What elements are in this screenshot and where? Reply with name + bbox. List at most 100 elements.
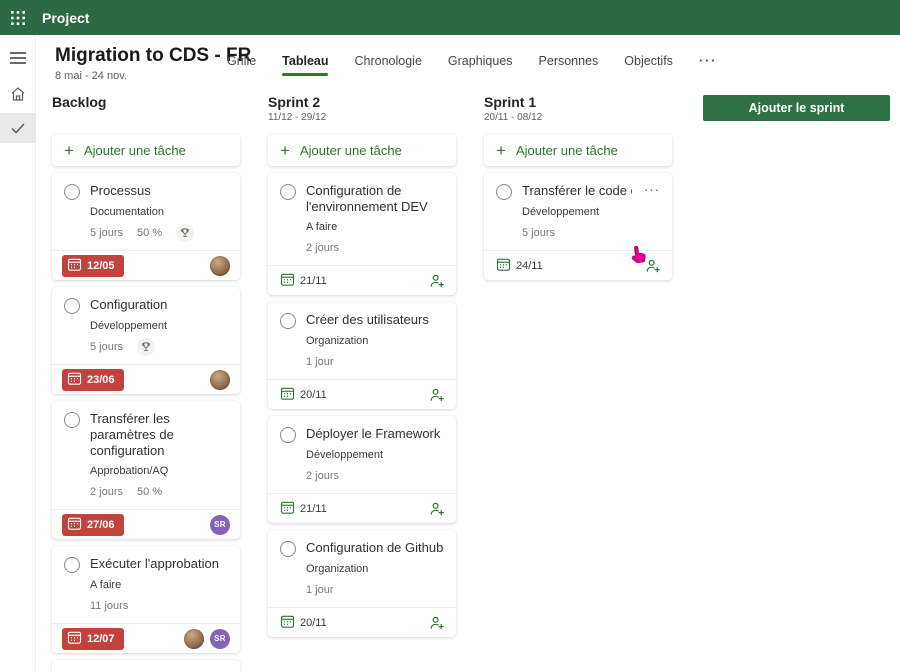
task-meta-row: 2 jours50 % — [90, 483, 228, 501]
task-card[interactable]: Configuration Développement 5 jours 23/06 — [52, 287, 240, 394]
avatar — [210, 370, 230, 390]
task-meta-row: 2 jours — [306, 239, 444, 257]
calendar-icon — [280, 500, 295, 518]
task-card[interactable]: Configuration de l'environnement DEVA fa… — [268, 173, 456, 295]
task-bucket-label: Organization — [306, 563, 444, 575]
task-bucket-label: A faire — [306, 221, 444, 233]
task-complete-checkbox[interactable] — [496, 184, 512, 200]
task-meta-row: 5 jours50 % — [90, 224, 228, 242]
due-date-badge: 20/11 — [278, 614, 327, 632]
assignee-group — [210, 370, 230, 390]
task-card[interactable]: Transférer les paramètres de configurati… — [52, 401, 240, 539]
task-complete-checkbox[interactable] — [64, 412, 80, 428]
task-complete-checkbox[interactable] — [64, 184, 80, 200]
task-card[interactable]: Créer des utilisateursOrganization1 jour… — [268, 302, 456, 409]
task-complete-checkbox[interactable] — [280, 427, 296, 443]
task-card[interactable]: Transférer le code du prototype···Dévelo… — [484, 173, 672, 280]
task-card-body: Configuration de Github Organization 1 jou… — [268, 530, 456, 607]
person-add-icon[interactable] — [428, 500, 446, 518]
person-add-icon[interactable] — [644, 257, 662, 275]
tabs-overflow-icon[interactable]: ··· — [699, 54, 718, 72]
tab-objectifs[interactable]: Objectifs — [624, 54, 673, 72]
task-title: Processus — [90, 183, 228, 199]
add-task-label: Ajouter une tâche — [300, 143, 402, 158]
tasks-check-icon[interactable] — [0, 113, 36, 143]
card-more-menu-icon[interactable]: ··· — [642, 183, 660, 197]
task-title-row: Transférer les paramètres de configurati… — [64, 411, 228, 459]
trophy-icon — [176, 224, 194, 242]
task-title-row: Configuration — [64, 297, 228, 314]
task-complete-checkbox[interactable] — [64, 557, 80, 573]
column-header: Backlog — [52, 94, 240, 134]
due-date-badge: 20/11 — [278, 386, 327, 404]
calendar-icon — [67, 371, 82, 389]
person-add-icon[interactable] — [428, 614, 446, 632]
calendar-icon — [67, 630, 82, 648]
avatar-initials: SR — [210, 515, 230, 535]
tab-grille[interactable]: Grille — [227, 54, 256, 72]
task-complete-checkbox[interactable] — [64, 298, 80, 314]
task-complete-checkbox[interactable] — [280, 541, 296, 557]
home-icon[interactable] — [0, 79, 36, 109]
add-task-button[interactable]: +Ajouter une tâche — [268, 134, 456, 166]
due-date-text: 24/11 — [516, 260, 543, 272]
tab-chronologie[interactable]: Chronologie — [354, 54, 421, 72]
task-card-body: Exécuter l'approbationA faire11 jours — [52, 546, 240, 623]
due-date-badge: 27/06 — [62, 514, 124, 536]
task-card-body: Transférer le code du prototype···Dévelo… — [484, 173, 672, 250]
task-card-body: Déployer le FrameworkDéveloppement2 jour… — [268, 416, 456, 493]
task-meta-row: 1 jour — [306, 581, 444, 599]
tab-personnes[interactable]: Personnes — [539, 54, 599, 72]
task-board: Ajouter le sprint Backlog+Ajouter une tâ… — [36, 88, 900, 671]
task-card[interactable]: Approbation completApprobation/AQ0 jours… — [52, 660, 240, 671]
task-duration: 1 jour — [306, 356, 334, 368]
task-card[interactable]: ProcessusDocumentation5 jours50 %12/05 — [52, 173, 240, 280]
column-header: Sprint 211/12 - 29/12 — [268, 94, 456, 134]
task-duration: 5 jours — [90, 227, 123, 239]
task-card[interactable]: Déployer le FrameworkDéveloppement2 jour… — [268, 416, 456, 523]
column-name: Sprint 1 — [484, 94, 672, 111]
tab-tableau[interactable]: Tableau — [282, 54, 328, 72]
task-duration: 2 jours — [306, 242, 339, 254]
task-meta-row: 2 jours — [306, 467, 444, 485]
due-date-badge: 21/11 — [278, 500, 327, 518]
task-card-footer: 20/11 — [268, 607, 456, 637]
person-add-icon[interactable] — [428, 272, 446, 290]
task-bucket-label: Documentation — [90, 206, 228, 218]
calendar-icon — [280, 614, 295, 632]
task-complete-checkbox[interactable] — [280, 184, 296, 200]
calendar-icon — [280, 386, 295, 404]
calendar-icon — [67, 257, 82, 275]
task-title: Configuration — [90, 297, 228, 313]
app-launcher-icon[interactable] — [0, 0, 36, 35]
task-progress: 50 % — [137, 486, 162, 498]
person-add-icon[interactable] — [428, 386, 446, 404]
task-bucket-label: Développement — [90, 320, 228, 332]
task-meta-row: 11 jours — [90, 597, 228, 615]
task-card[interactable]: Exécuter l'approbationA faire11 jours 12/… — [52, 546, 240, 653]
due-date-text: 23/06 — [87, 374, 115, 386]
hamburger-menu-icon[interactable] — [0, 43, 36, 73]
task-meta-row: 5 jours — [90, 338, 228, 356]
due-date-text: 21/11 — [300, 275, 327, 287]
task-card-body: Approbation completApprobation/AQ0 jours — [52, 660, 240, 671]
assignee-group: SR — [184, 629, 230, 649]
assignee-group — [428, 272, 446, 290]
tab-graphiques[interactable]: Graphiques — [448, 54, 513, 72]
task-title-row: Créer des utilisateurs — [280, 312, 444, 329]
assignee-group — [428, 614, 446, 632]
column-name: Sprint 2 — [268, 94, 456, 111]
add-task-button[interactable]: +Ajouter une tâche — [52, 134, 240, 166]
task-card-footer: 20/11 — [268, 379, 456, 409]
due-date-text: 20/11 — [300, 617, 327, 629]
task-title: Créer des utilisateurs — [306, 312, 444, 328]
task-title: Configuration de Github — [306, 540, 444, 556]
column-date-range — [52, 112, 240, 126]
task-complete-checkbox[interactable] — [280, 313, 296, 329]
project-date-range: 8 mai - 24 nov. — [55, 70, 127, 82]
due-date-badge: 12/07 — [62, 628, 124, 650]
add-sprint-button[interactable]: Ajouter le sprint — [703, 95, 890, 121]
task-card[interactable]: Configuration de Github Organization 1 jou… — [268, 530, 456, 637]
left-rail — [0, 35, 36, 671]
add-task-button[interactable]: +Ajouter une tâche — [484, 134, 672, 166]
